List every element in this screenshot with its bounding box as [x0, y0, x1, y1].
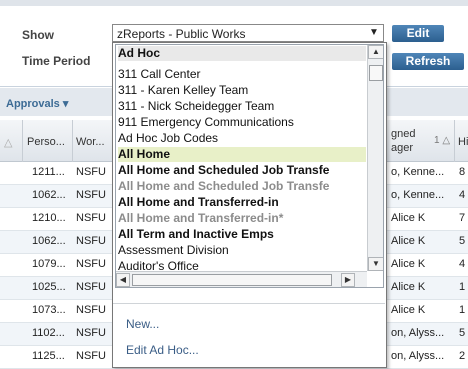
cell-work: NSFU [76, 235, 106, 247]
cell-hire: 4 [459, 189, 466, 201]
vertical-scrollbar[interactable]: ▲ ▼ [367, 45, 383, 271]
column-header-manager[interactable]: gned [391, 128, 415, 140]
cell-hire: 5 [459, 327, 466, 339]
dropdown-option[interactable]: 311 - Karen Kelley Team [118, 83, 366, 98]
cell-hire: 5 [459, 235, 466, 247]
scroll-up-icon[interactable]: ▲ [368, 45, 383, 59]
cell-person: 1073... [32, 304, 66, 316]
report-listbox[interactable]: Ad Hoc 311 Call Center 311 - Karen Kelley … [115, 44, 384, 288]
scroll-down-icon[interactable]: ▼ [368, 257, 383, 271]
cell-person: 1211... [32, 166, 65, 178]
cell-manager: Alice K [391, 235, 426, 247]
show-label: Show [22, 28, 54, 42]
cell-hire: 1 [459, 304, 466, 316]
dropdown-option[interactable]: All Home and Transferred-in* [118, 211, 366, 226]
cell-manager: on, Alyss... [391, 327, 445, 339]
cell-person: 1062... [32, 235, 66, 247]
approvals-menu[interactable]: Approvals ▾ [6, 97, 68, 110]
column-header-work[interactable]: Wor... [76, 136, 105, 148]
cell-work: NSFU [76, 327, 106, 339]
cell-work: NSFU [76, 304, 106, 316]
sort-icon: △ [4, 137, 13, 149]
cell-person: 1102... [32, 327, 65, 339]
report-select[interactable]: zReports - Public Works ▼ [112, 24, 384, 42]
cell-work: NSFU [76, 350, 106, 362]
cell-manager: Alice K [391, 304, 426, 316]
dropdown-group-header[interactable]: Ad Hoc [118, 46, 366, 61]
edit-button[interactable]: Edit [392, 25, 444, 42]
refresh-button[interactable]: Refresh [392, 53, 464, 70]
cell-hire: 2 [459, 350, 466, 362]
dropdown-option[interactable]: Assessment Division [118, 243, 366, 258]
dropdown-option[interactable]: 311 - Nick Scheidegger Team [118, 99, 366, 114]
sort-order-indicator: 1 △ [434, 135, 451, 146]
new-adhoc-link[interactable]: New... [126, 317, 159, 331]
cell-manager: Alice K [391, 212, 426, 224]
column-header-manager-line2: ager [391, 142, 414, 154]
cell-work: NSFU [76, 189, 106, 201]
report-select-value: zReports - Public Works [117, 27, 246, 41]
dropdown-option[interactable]: All Home and Scheduled Job Transfe [118, 163, 366, 178]
dropdown-option[interactable]: 311 Call Center [118, 67, 366, 82]
edit-adhoc-link[interactable]: Edit Ad Hoc... [126, 343, 199, 357]
dropdown-option[interactable]: All Home and Transferred-in [118, 195, 366, 210]
horizontal-scroll-thumb[interactable] [132, 274, 332, 286]
cell-hire: 4 [459, 258, 466, 270]
cell-hire: 1 [459, 281, 466, 293]
dropdown-option[interactable]: All Term and Inactive Emps [118, 227, 366, 242]
cell-work: NSFU [76, 166, 106, 178]
cell-person: 1079... [32, 258, 66, 270]
scroll-thumb[interactable] [369, 65, 383, 81]
scroll-right-icon[interactable]: ▶ [341, 273, 355, 287]
cell-manager: Alice K [391, 281, 426, 293]
dropdown-option[interactable]: All Home [118, 147, 366, 162]
column-header-person[interactable]: Perso... [27, 136, 65, 148]
cell-work: NSFU [76, 212, 106, 224]
dropdown-option[interactable]: 911 Emergency Communications [118, 115, 366, 130]
cell-work: NSFU [76, 258, 106, 270]
cell-work: NSFU [76, 281, 106, 293]
dropdown-divider [113, 303, 385, 304]
horizontal-scrollbar[interactable]: ◀ ▶ [116, 271, 367, 287]
cell-person: 1062... [32, 189, 66, 201]
column-header-hire[interactable]: Hi [458, 136, 468, 148]
cell-manager: Alice K [391, 258, 426, 270]
dropdown-option[interactable]: Ad Hoc Job Codes [118, 131, 366, 146]
cell-person: 1025... [32, 281, 66, 293]
dropdown-option[interactable]: All Home and Scheduled Job Transfe [118, 179, 366, 194]
cell-manager: o, Kenne... [391, 166, 445, 178]
time-period-label: Time Period [22, 54, 91, 68]
cell-person: 1125... [32, 350, 65, 362]
cell-manager: o, Kenne... [391, 189, 445, 201]
chevron-down-icon[interactable]: ▼ [365, 25, 383, 41]
cell-person: 1210... [32, 212, 66, 224]
top-toolbar-strip [0, 0, 468, 6]
cell-hire: 8 [459, 166, 466, 178]
cell-hire: 7 [459, 212, 466, 224]
scroll-left-icon[interactable]: ◀ [116, 273, 130, 287]
cell-manager: on, Alyss... [391, 350, 445, 362]
